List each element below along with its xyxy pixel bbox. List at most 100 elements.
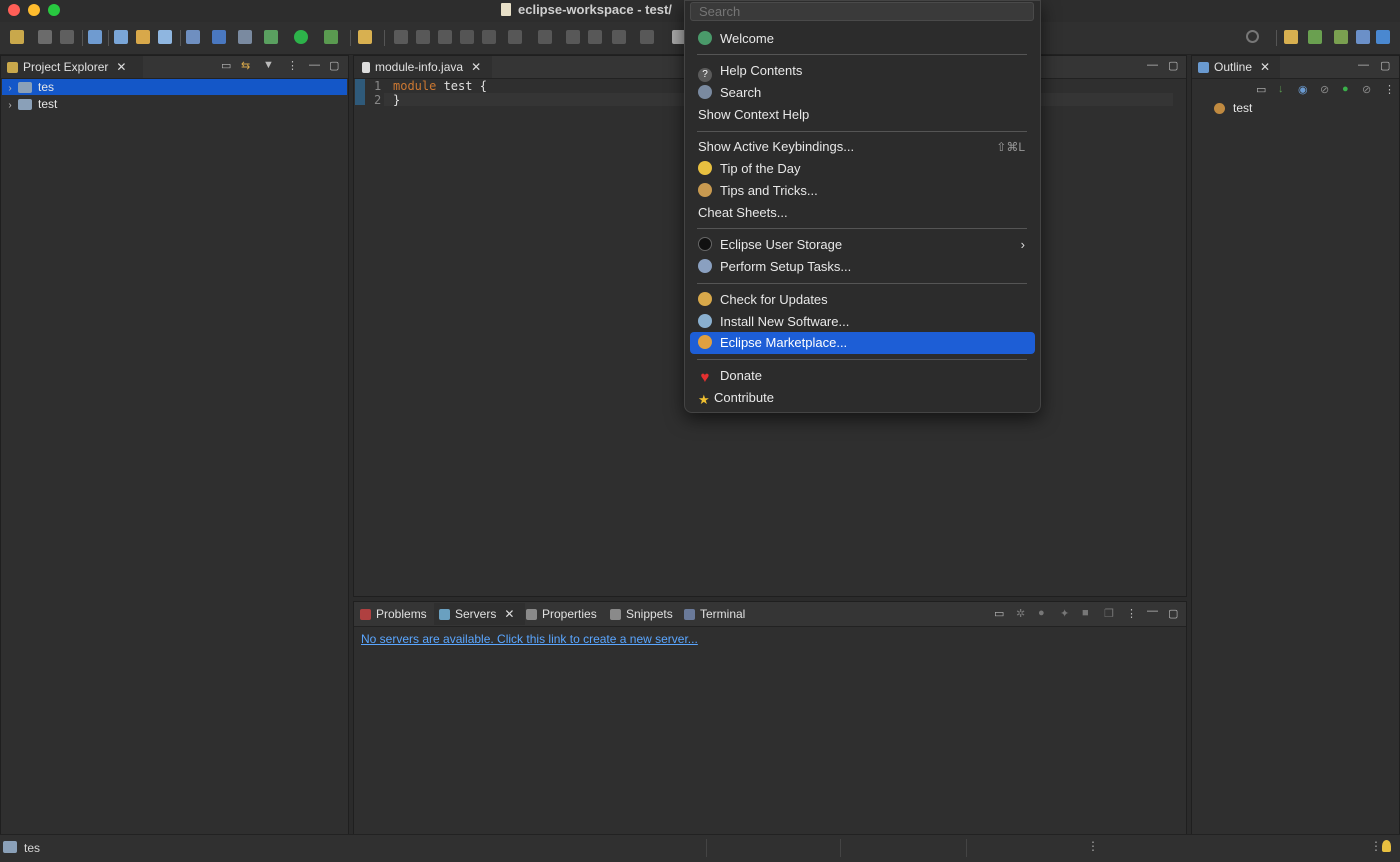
tab-outline[interactable]: Outline ✕ [1192, 56, 1280, 78]
status-menu-icon[interactable]: ⋮ [1087, 839, 1099, 853]
project-icon [18, 99, 32, 111]
run-coverage-icon[interactable] [324, 30, 338, 44]
close-window-button[interactable] [8, 4, 20, 16]
collapse-all-icon[interactable]: ▭ [1256, 83, 1266, 96]
external-tools-icon[interactable] [358, 30, 372, 44]
filter-icon[interactable]: ▼ [263, 59, 274, 71]
collapse-all-icon[interactable]: ▭ [221, 59, 231, 72]
minimize-icon[interactable]: — [1147, 59, 1158, 71]
tab-problems[interactable]: Problems [360, 603, 427, 625]
create-server-link[interactable]: No servers are available. Click this lin… [361, 632, 698, 646]
menu-item-eclipse-user-storage[interactable]: Eclipse User Storage › [690, 234, 1035, 256]
tab-properties[interactable]: Properties [526, 603, 597, 625]
menu-item-welcome[interactable]: Welcome [690, 28, 1035, 50]
lightbulb-icon[interactable] [1382, 840, 1391, 852]
menu-item-show-active-keybindings[interactable]: Show Active Keybindings... ⇧⌘L [690, 136, 1035, 158]
sync-icon[interactable] [158, 30, 172, 44]
hide-nonpublic-icon[interactable]: ● [1342, 83, 1349, 95]
console-icon[interactable] [212, 30, 226, 44]
tab-project-explorer[interactable]: Project Explorer ✕ [1, 56, 143, 78]
debug-server-icon[interactable]: ✲ [1016, 607, 1025, 620]
maximize-icon[interactable]: ▢ [329, 59, 339, 72]
git-perspective-icon[interactable] [1356, 30, 1370, 44]
close-icon[interactable]: ✕ [1260, 60, 1270, 74]
connect-icon[interactable] [186, 30, 200, 44]
code-line[interactable]: module test { [393, 79, 487, 93]
menu-item-eclipse-marketplace[interactable]: Eclipse Marketplace... [690, 332, 1035, 354]
profile-server-icon[interactable]: ✦ [1060, 607, 1069, 620]
view-menu-icon[interactable]: ⋮ [1126, 607, 1137, 620]
debug-icon[interactable] [264, 30, 278, 44]
link-editor-icon[interactable]: ⇆ [241, 59, 250, 72]
tree-item[interactable]: › test [2, 96, 347, 112]
status-menu-icon[interactable]: ⋮ [1370, 839, 1382, 853]
pilcrow-icon[interactable] [482, 30, 496, 44]
minimize-icon[interactable]: — [1147, 605, 1158, 617]
menu-item-donate[interactable]: ♥ Donate [690, 365, 1035, 387]
maximize-icon[interactable]: ▢ [1380, 59, 1390, 72]
globe-icon[interactable] [88, 30, 102, 44]
chevron-right-icon[interactable]: › [2, 81, 18, 97]
tree-item[interactable]: › tes [2, 79, 347, 95]
minimize-icon[interactable]: — [1358, 59, 1369, 71]
menu-item-tips-and-tricks[interactable]: Tips and Tricks... [690, 180, 1035, 202]
next-annotation-icon[interactable] [438, 30, 452, 44]
open-type-icon[interactable] [114, 30, 128, 44]
maximize-icon[interactable]: ▢ [1168, 59, 1178, 72]
block-icon[interactable] [460, 30, 474, 44]
view-menu-icon[interactable]: ⋮ [287, 59, 298, 72]
back-history-icon[interactable] [612, 30, 626, 44]
menu-item-tip-of-the-day[interactable]: Tip of the Day [690, 158, 1035, 180]
help-search-input[interactable] [690, 2, 1034, 21]
annotation-down-icon[interactable] [508, 30, 522, 44]
menu-item-cheat-sheets[interactable]: Cheat Sheets... [690, 202, 1035, 224]
last-edit-icon[interactable] [566, 30, 580, 44]
annotation-up-icon[interactable] [538, 30, 552, 44]
start-server-icon[interactable]: ● [1038, 607, 1045, 619]
save-icon[interactable] [38, 30, 52, 44]
hide-local-types-icon[interactable]: ⊘ [1362, 83, 1371, 96]
back-icon[interactable] [588, 30, 602, 44]
menu-item-install-new-software[interactable]: Install New Software... [690, 311, 1035, 333]
run-icon[interactable] [294, 30, 308, 44]
minimize-icon[interactable]: — [309, 59, 320, 71]
new-icon[interactable] [10, 30, 24, 44]
open-perspective-icon[interactable] [1284, 30, 1298, 44]
close-icon[interactable]: ✕ [471, 60, 481, 74]
maximize-icon[interactable]: ▢ [1168, 607, 1178, 620]
tab-module-info[interactable]: module-info.java ✕ [354, 56, 492, 78]
tab-terminal[interactable]: Terminal [684, 603, 745, 625]
publish-icon[interactable]: ❐ [1104, 607, 1114, 620]
menu-item-help-contents[interactable]: ? Help Contents [690, 60, 1035, 82]
toggle-icon[interactable] [394, 30, 408, 44]
view-menu-icon[interactable]: ⋮ [1384, 83, 1395, 96]
menu-item-search[interactable]: Search [690, 82, 1035, 104]
java-perspective-icon[interactable] [1334, 30, 1348, 44]
collapse-icon[interactable]: ▭ [994, 607, 1004, 620]
menu-item-check-for-updates[interactable]: Check for Updates [690, 289, 1035, 311]
refresh-icon[interactable] [136, 30, 150, 44]
stop-server-icon[interactable]: ■ [1082, 607, 1089, 619]
mark-icon[interactable] [416, 30, 430, 44]
tab-snippets[interactable]: Snippets [610, 603, 673, 625]
code-line[interactable]: } [393, 93, 400, 107]
chevron-right-icon[interactable]: › [2, 98, 18, 114]
close-icon[interactable]: ✕ [504, 607, 514, 621]
menu-item-contribute[interactable]: ★ Contribute [690, 387, 1035, 409]
sort-icon[interactable]: ↓ [1278, 83, 1284, 95]
jee-perspective-icon[interactable] [1376, 30, 1390, 44]
menu-item-show-context-help[interactable]: Show Context Help [690, 104, 1035, 126]
save-all-icon[interactable] [60, 30, 74, 44]
forward-icon[interactable] [640, 30, 654, 44]
hide-fields-icon[interactable]: ◉ [1298, 83, 1308, 96]
search-icon[interactable] [1246, 30, 1259, 43]
zoom-window-button[interactable] [48, 4, 60, 16]
outline-item[interactable]: test [1214, 100, 1252, 116]
hide-static-icon[interactable]: ⊘ [1320, 83, 1329, 96]
minimize-window-button[interactable] [28, 4, 40, 16]
search-tool-icon[interactable] [238, 30, 252, 44]
tab-servers[interactable]: Servers ✕ [434, 603, 525, 625]
debug-perspective-icon[interactable] [1308, 30, 1322, 44]
menu-item-perform-setup-tasks[interactable]: Perform Setup Tasks... [690, 256, 1035, 278]
close-icon[interactable]: ✕ [116, 60, 126, 74]
